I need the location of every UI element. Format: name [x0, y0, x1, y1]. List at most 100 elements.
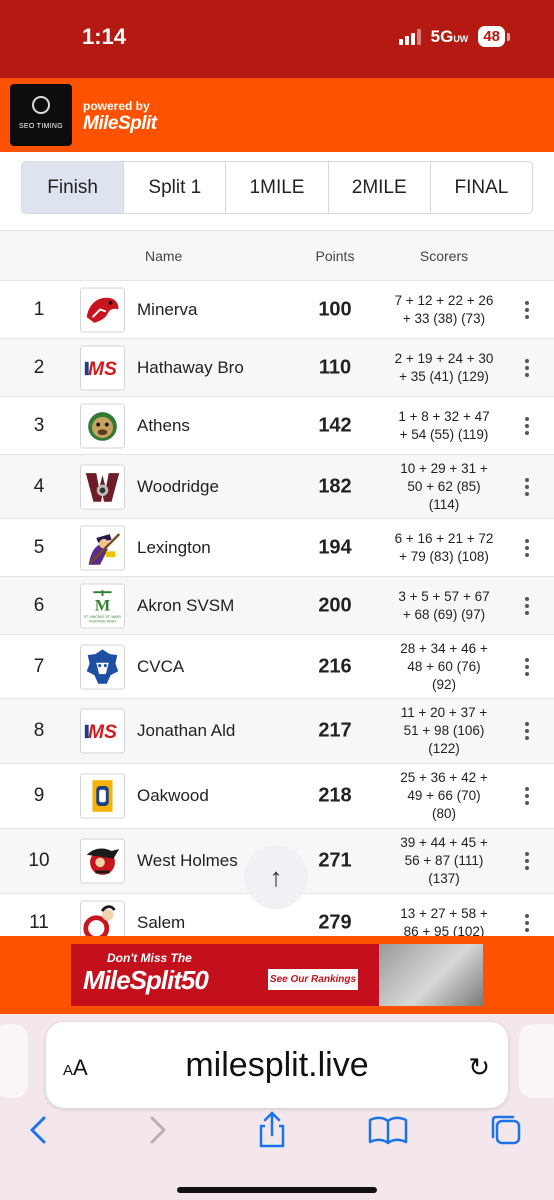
tab-finish[interactable]: Finish: [22, 162, 125, 213]
address-bar[interactable]: AA milesplit.live ↻: [46, 1022, 508, 1108]
team-results-table: Name Points Scorers 1 Minerva 100 7 + 12 + …: [0, 230, 554, 936]
reload-icon[interactable]: ↻: [468, 1052, 490, 1083]
more-options-icon[interactable]: [519, 722, 535, 740]
scroll-to-top-button[interactable]: ↑: [244, 845, 308, 909]
scorers-line: 39 + 44 + 45 +: [400, 835, 488, 850]
scorers-cell: 7 + 12 + 22 + 26 + 33 (38) (73): [382, 292, 506, 328]
tab-1mile[interactable]: 1MILE: [226, 162, 329, 213]
more-options-icon[interactable]: [519, 477, 535, 496]
table-row[interactable]: 8 MS Jonathan Ald 217 11 + 20 + 37 + 51 + 98 …: [0, 699, 554, 764]
scorers-line: + 35 (41) (129): [399, 368, 489, 384]
team-name[interactable]: Athens: [137, 416, 190, 436]
place-number: 9: [33, 785, 45, 806]
header-scorers: Scorers: [419, 248, 469, 264]
place-number: 11: [29, 911, 49, 933]
milesplit50-ad-banner[interactable]: Don't Miss The MileSplit50 See Our Ranki…: [71, 944, 483, 1006]
scorers-line: 3 + 5 + 57 + 67: [398, 588, 490, 604]
tabs-icon[interactable]: [484, 1108, 528, 1152]
team-name[interactable]: Oakwood: [137, 786, 209, 806]
tab-2mile[interactable]: 2MILE: [329, 162, 431, 213]
url-text[interactable]: milesplit.live: [46, 1046, 508, 1085]
ad-strip: Don't Miss The MileSplit50 See Our Ranki…: [0, 936, 554, 1014]
ad-cta-button[interactable]: See Our Rankings: [268, 969, 358, 990]
table-row[interactable]: 1 Minerva 100 7 + 12 + 22 + 26 + 33 (38) (73…: [0, 281, 554, 339]
ms-logo: MS: [80, 708, 125, 754]
table-row[interactable]: 6 M ST. VINCENT-ST. MARY FIGHTING IRISH Akro…: [0, 577, 554, 635]
scorers-line: 13 + 27 + 58 +: [400, 905, 488, 921]
scorers-cell: 39 + 44 + 45 + 56 + 87 (111) (137): [382, 834, 506, 888]
woodridge-w-logo: [80, 464, 125, 509]
more-options-icon[interactable]: [519, 657, 535, 676]
team-name[interactable]: Akron SVSM: [137, 596, 234, 616]
team-points: 182: [318, 475, 352, 497]
place-number: 1: [33, 298, 45, 320]
bookmarks-icon[interactable]: [366, 1108, 410, 1152]
svg-text:M: M: [95, 596, 110, 614]
previous-tab-card[interactable]: [0, 1024, 28, 1098]
team-name[interactable]: CVCA: [137, 657, 184, 677]
cellular-signal-icon: [398, 28, 421, 45]
scorers-line: (137): [428, 871, 460, 886]
table-row[interactable]: 7 CVCA 216 28 + 34 + 46 + 48 + 60 (76) (92): [0, 635, 554, 699]
scorers-line: 86 + 95 (102): [403, 923, 485, 937]
table-row[interactable]: 4 Woodridge 182 10 + 29 + 31 + 50 + 62 (85) (…: [0, 455, 554, 519]
lexington-minuteman-logo: [80, 525, 125, 570]
scorers-line: 51 + 98 (106): [403, 723, 485, 738]
more-options-icon[interactable]: [519, 596, 535, 615]
place-number: 2: [33, 356, 45, 378]
table-row[interactable]: 3 Athens 142 1 + 8 + 32 + 47 + 54 (55) (119): [0, 397, 554, 455]
tab-final[interactable]: FINAL: [431, 162, 532, 213]
scorers-cell: 10 + 29 + 31 + 50 + 62 (85) (114): [382, 460, 506, 514]
team-name[interactable]: Jonathan Ald: [137, 721, 235, 741]
table-row[interactable]: 5 Lexington 194 6 + 16 + 21 + 72 + 79 (83) (…: [0, 519, 554, 577]
forward-icon[interactable]: [136, 1108, 180, 1152]
back-icon[interactable]: [16, 1108, 60, 1152]
more-options-icon[interactable]: [519, 300, 535, 319]
battery-icon: 48: [478, 26, 510, 47]
browser-chrome: AA milesplit.live ↻: [0, 1014, 554, 1200]
share-icon[interactable]: [250, 1108, 294, 1152]
more-options-icon[interactable]: [519, 852, 535, 870]
scorers-line: 2 + 19 + 24 + 30: [394, 350, 494, 366]
seo-timing-logo: SEO TIMING: [10, 84, 72, 146]
tab-split-1[interactable]: Split 1: [124, 162, 227, 213]
svg-text:MS: MS: [88, 722, 117, 743]
team-points: 200: [318, 594, 352, 616]
ad-title: MileSplit50: [83, 965, 209, 995]
table-header: Name Points Scorers: [0, 231, 554, 281]
place-number: 8: [33, 720, 45, 741]
scorers-line: 1 + 8 + 32 + 47: [398, 408, 490, 424]
scorers-line: + 68 (69) (97): [402, 606, 486, 622]
scorers-line: (80): [431, 806, 456, 821]
team-name[interactable]: Minerva: [137, 300, 197, 320]
place-number: 4: [33, 475, 45, 497]
place-number: 7: [33, 655, 45, 677]
scorers-line: 10 + 29 + 31 +: [400, 460, 488, 476]
status-time: 1:14: [82, 24, 127, 49]
arrow-up-icon: ↑: [269, 861, 283, 892]
place-number: 10: [28, 850, 50, 871]
more-options-icon[interactable]: [519, 538, 535, 557]
minerva-lion-logo: [80, 287, 125, 332]
next-tab-card[interactable]: [519, 1024, 554, 1098]
scorers-line: + 54 (55) (119): [399, 426, 489, 442]
place-number: 6: [33, 594, 45, 616]
team-points: 216: [318, 655, 352, 677]
team-points: 100: [318, 298, 352, 320]
table-row[interactable]: 2 MS Hathaway Bro 110 2 + 19 + 24 + 30 + 35 (…: [0, 339, 554, 397]
team-name[interactable]: Hathaway Bro: [137, 358, 244, 378]
scorers-line: 56 + 87 (111): [404, 853, 484, 868]
scorers-cell: 6 + 16 + 21 + 72 + 79 (83) (108): [382, 530, 506, 566]
more-options-icon[interactable]: [519, 787, 535, 805]
more-options-icon[interactable]: [519, 416, 535, 435]
network-type: 5GUW: [430, 26, 469, 46]
more-options-icon[interactable]: [519, 913, 535, 932]
team-name[interactable]: West Holmes: [137, 851, 238, 871]
battery-level: 48: [478, 26, 505, 47]
team-name[interactable]: Lexington: [137, 538, 211, 558]
table-row[interactable]: 9 Oakwood 218 25 + 36 + 42 + 49 + 66 (70) (80…: [0, 764, 554, 829]
team-name[interactable]: Woodridge: [137, 477, 219, 497]
team-name[interactable]: Salem: [137, 913, 185, 933]
cvca-lion-logo: [80, 644, 125, 689]
more-options-icon[interactable]: [519, 358, 535, 377]
